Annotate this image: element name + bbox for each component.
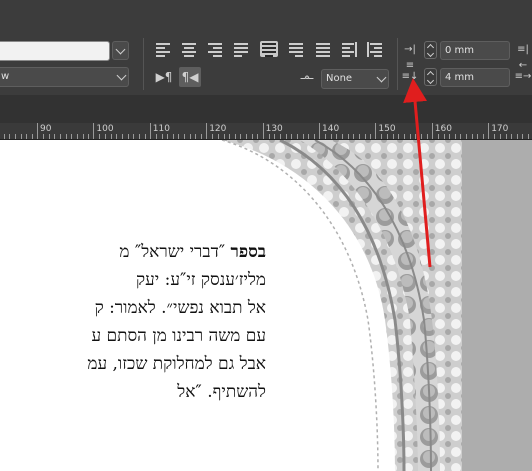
annotation-arrow: [403, 78, 432, 268]
